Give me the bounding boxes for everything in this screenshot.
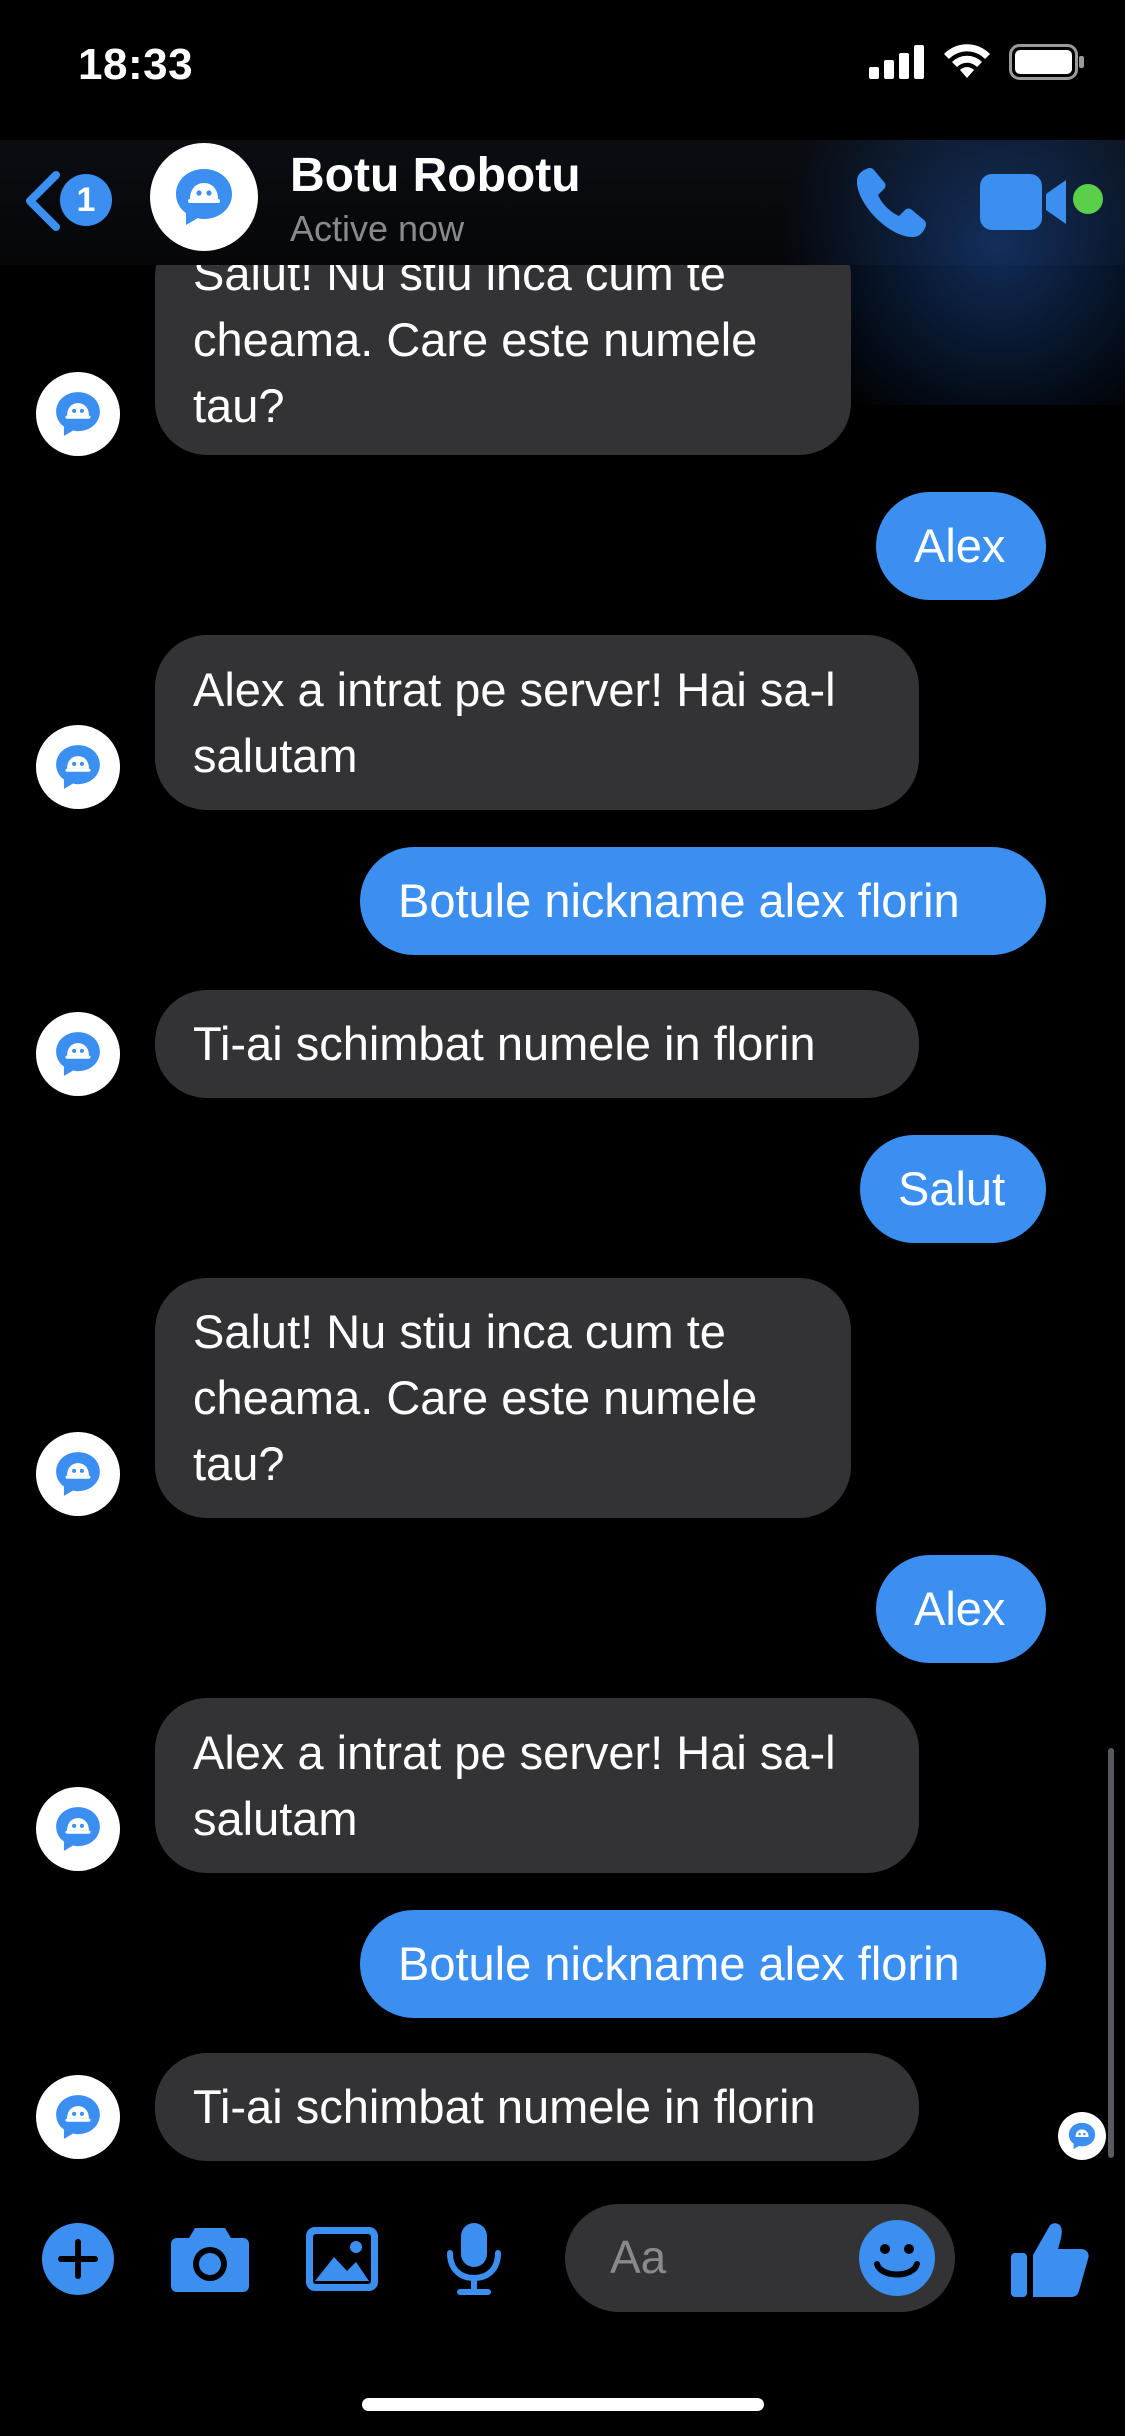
bot-avatar[interactable] (36, 1787, 120, 1871)
camera-button[interactable] (165, 2214, 255, 2304)
bot-avatar[interactable] (36, 1012, 120, 1096)
camera-icon (171, 2228, 249, 2292)
bot-avatar-icon (56, 392, 100, 436)
message-text: Alex a intrat pe server! Hai sa-l saluta… (193, 662, 836, 782)
message-composer: Aa (0, 2190, 1125, 2330)
message-bubble-incoming[interactable]: Ti-ai schimbat numele in florin (155, 2053, 919, 2161)
message-text: Ti-ai schimbat numele in florin (193, 2080, 816, 2133)
bot-avatar[interactable] (36, 2075, 120, 2159)
message-bubble-incoming[interactable]: Salut! Nu stiu inca cum te cheama. Care … (155, 1278, 851, 1518)
message-bubble-outgoing[interactable]: Botule nickname alex florin (360, 1910, 1046, 2018)
status-time: 18:33 (78, 40, 194, 89)
gallery-button[interactable] (297, 2214, 387, 2304)
message-text: Botule nickname alex florin (398, 874, 960, 927)
bot-avatar[interactable] (36, 372, 120, 456)
plus-icon (42, 2223, 114, 2295)
home-indicator[interactable] (362, 2398, 764, 2411)
bot-avatar-icon (56, 1807, 100, 1851)
message-bubble-incoming[interactable]: Ti-ai schimbat numele in florin (155, 990, 919, 1098)
bot-avatar-icon (176, 169, 232, 225)
message-bubble-outgoing[interactable]: Salut (860, 1135, 1046, 1243)
audio-call-button[interactable] (852, 162, 932, 242)
message-text: Botule nickname alex florin (398, 1937, 960, 1990)
message-text: Salut! Nu stiu inca cum te cheama. Care … (193, 1305, 758, 1490)
wifi-icon (944, 44, 990, 78)
microphone-icon (447, 2223, 501, 2295)
message-bubble-outgoing[interactable]: Alex (876, 492, 1046, 600)
contact-avatar[interactable] (150, 143, 258, 251)
thumbs-up-icon (1011, 2223, 1089, 2297)
video-camera-icon (980, 174, 1066, 230)
bot-avatar-icon (56, 1452, 100, 1496)
message-list[interactable]: Salut! Nu stiu inca cum te cheama. Care … (0, 265, 1125, 2175)
contact-name[interactable]: Botu Robotu (290, 148, 581, 203)
emoji-button[interactable] (855, 2216, 939, 2300)
back-button[interactable]: 1 (22, 166, 122, 236)
message-input-placeholder: Aa (610, 2231, 667, 2283)
message-text: Ti-ai schimbat numele in florin (193, 1017, 816, 1070)
status-bar: 18:33 (0, 0, 1125, 140)
contact-status: Active now (290, 208, 465, 249)
message-text: Salut (898, 1162, 1006, 1215)
phone-icon (856, 168, 926, 238)
message-text: Alex (914, 519, 1006, 572)
bot-avatar-icon (56, 1032, 100, 1076)
battery-icon (1009, 44, 1084, 80)
message-bubble-incoming[interactable]: Alex a intrat pe server! Hai sa-l saluta… (155, 1698, 919, 1873)
bot-avatar[interactable] (36, 1432, 120, 1516)
video-call-button[interactable] (978, 170, 1088, 234)
unread-badge: 1 (60, 174, 112, 226)
message-text: Alex a intrat pe server! Hai sa-l saluta… (193, 1725, 836, 1845)
conversation-header: 1 Botu Robotu Active now (0, 140, 1125, 405)
message-bubble-incoming[interactable]: Alex a intrat pe server! Hai sa-l saluta… (155, 635, 919, 810)
status-icons (869, 44, 1085, 80)
message-text: Alex (914, 1582, 1006, 1635)
online-indicator (1073, 184, 1103, 214)
voice-message-button[interactable] (429, 2214, 519, 2304)
signal-icon (869, 45, 924, 79)
message-bubble-outgoing[interactable]: Alex (876, 1555, 1046, 1663)
message-input[interactable]: Aa (565, 2204, 955, 2312)
bot-avatar[interactable] (36, 725, 120, 809)
image-icon (306, 2227, 378, 2291)
more-actions-button[interactable] (33, 2214, 123, 2304)
seen-indicator-avatar (1058, 2112, 1106, 2160)
emoji-icon (859, 2220, 935, 2296)
scrollbar[interactable] (1108, 1748, 1114, 2158)
bot-avatar-icon (1068, 2122, 1096, 2150)
bot-avatar-icon (56, 2095, 100, 2139)
bot-avatar-icon (56, 745, 100, 789)
message-bubble-outgoing[interactable]: Botule nickname alex florin (360, 847, 1046, 955)
like-button[interactable] (1000, 2214, 1100, 2304)
message-text: Salut! Nu stiu inca cum te cheama. Care … (193, 265, 758, 432)
message-bubble-incoming[interactable]: Salut! Nu stiu inca cum te cheama. Care … (155, 265, 851, 455)
